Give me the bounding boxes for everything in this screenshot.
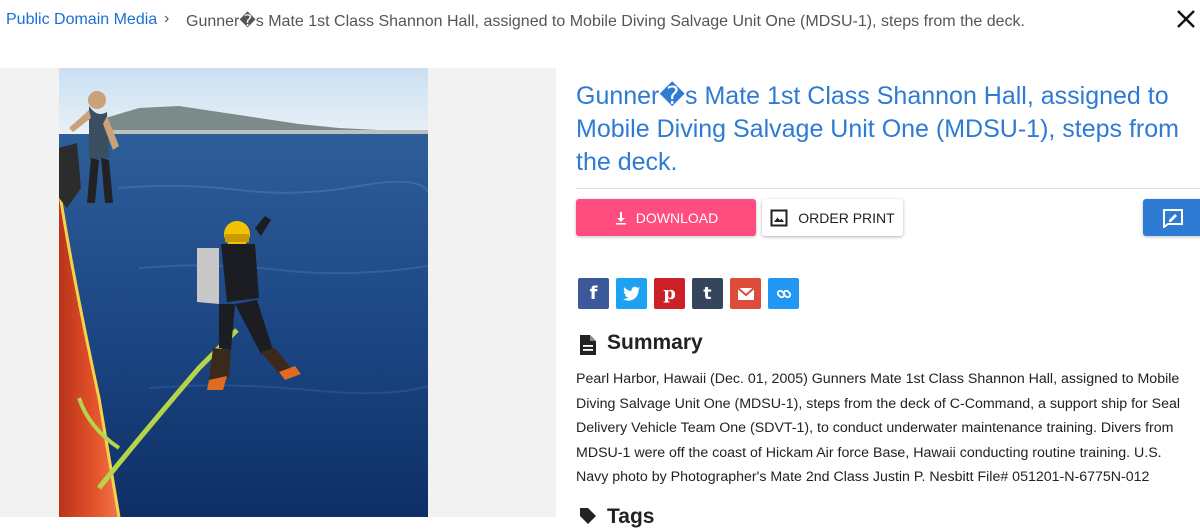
- twitter-icon: [622, 286, 640, 301]
- facebook-icon: f: [589, 283, 598, 304]
- link-icon: [776, 289, 791, 298]
- summary-heading: Summary: [607, 331, 703, 354]
- close-button[interactable]: [1172, 4, 1200, 34]
- download-button[interactable]: DOWNLOAD: [576, 199, 756, 236]
- summary-text: Pearl Harbor, Hawaii (Dec. 01, 2005) Gun…: [576, 371, 1181, 485]
- gmail-icon: [736, 286, 755, 300]
- tumblr-icon: t: [703, 283, 712, 304]
- breadcrumb-current: Gunner�s Mate 1st Class Shannon Hall, as…: [186, 13, 1025, 30]
- share-twitter-button[interactable]: [616, 278, 647, 309]
- diver-photo: [59, 68, 428, 517]
- breadcrumb-root-link[interactable]: Public Domain Media: [6, 11, 157, 29]
- order-print-button[interactable]: ORDER PRINT: [762, 199, 903, 236]
- share-facebook-button[interactable]: f: [578, 278, 609, 309]
- download-icon: [615, 211, 626, 225]
- image-panel: [0, 68, 556, 517]
- photo[interactable]: [59, 68, 428, 517]
- tags-heading: Tags: [607, 505, 655, 528]
- edit-button[interactable]: [1143, 199, 1200, 236]
- edit-icon: [1163, 208, 1183, 228]
- document-icon: [580, 335, 596, 355]
- pinterest-icon: p: [663, 283, 676, 304]
- breadcrumb-separator: ›: [164, 10, 170, 27]
- tag-icon: [580, 508, 596, 524]
- close-icon: [1177, 10, 1195, 28]
- share-tumblr-button[interactable]: t: [692, 278, 723, 309]
- page-title: Gunner�s Mate 1st Class Shannon Hall, as…: [576, 82, 1179, 176]
- share-link-button[interactable]: [768, 278, 799, 309]
- title-divider: [576, 188, 1200, 189]
- top-bar: Public Domain Media › Gunner�s Mate 1st …: [0, 0, 1200, 44]
- share-email-button[interactable]: [730, 278, 761, 309]
- image-icon: [770, 209, 788, 226]
- download-label: DOWNLOAD: [635, 209, 719, 226]
- order-print-label: ORDER PRINT: [798, 209, 895, 226]
- share-pinterest-button[interactable]: p: [654, 278, 685, 309]
